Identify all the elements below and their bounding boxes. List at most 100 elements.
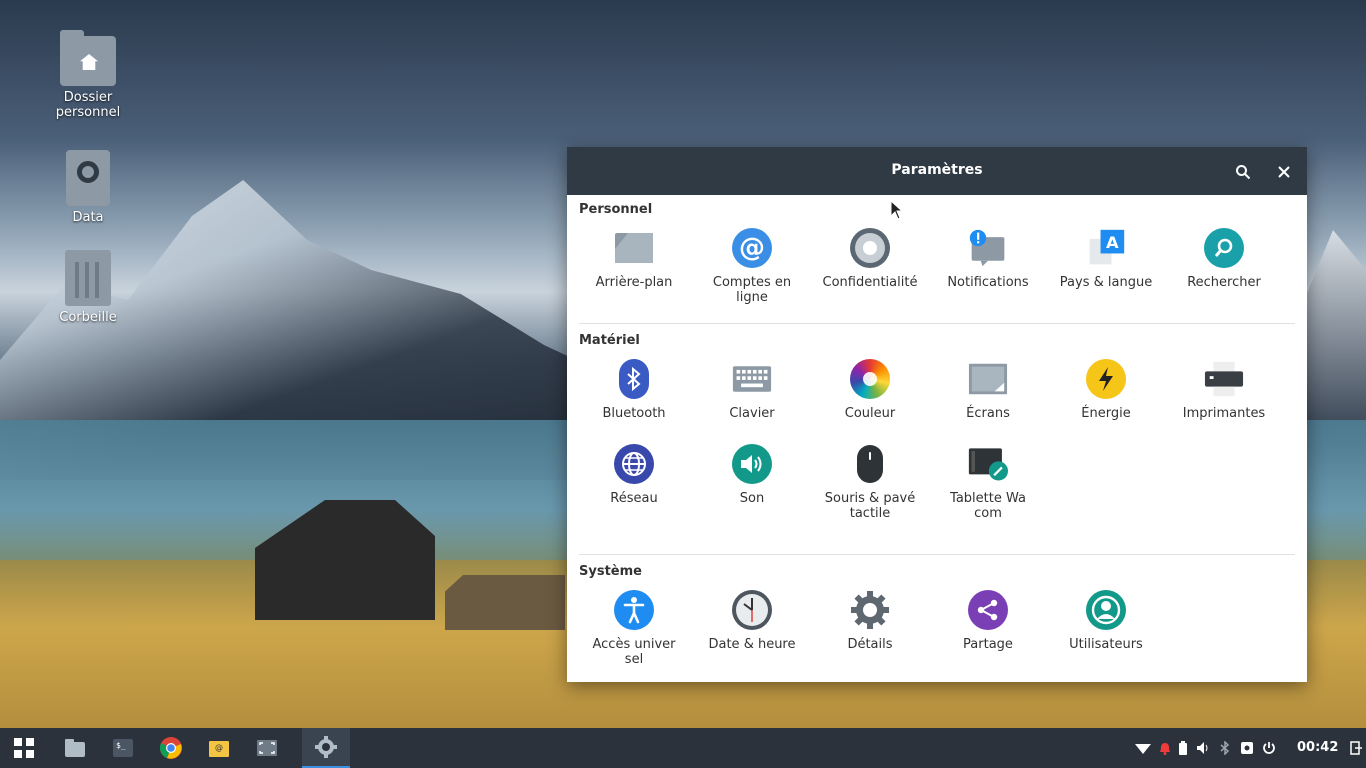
tile-online-accounts[interactable]: @ Comptes en ligne [693,228,811,305]
mail-button[interactable]: @ [195,728,243,768]
tile-displays[interactable]: Écrans [929,359,1047,421]
section-title-systeme: Système [579,564,642,579]
tile-label: Confidentialité [822,275,918,290]
tile-network[interactable]: Réseau [575,444,693,506]
mouse-icon [850,444,890,484]
gear-icon [850,590,890,630]
clock[interactable]: 00:42 [1297,740,1338,755]
tile-label: Son [739,491,765,506]
terminal-button[interactable]: $_ [99,728,147,768]
settings-window: Paramètres Personnel Arrière-plan @ Comp… [567,147,1307,682]
tile-wacom-tablet[interactable]: Tablette Wa com [929,444,1047,521]
tile-label: Date & heure [708,637,796,652]
mouse-cursor-icon [890,200,904,220]
background-icon [614,228,654,268]
keyboard-icon [732,359,772,399]
display-icon [968,359,1008,399]
tile-search[interactable]: Rechercher [1165,228,1283,290]
notifications-tray[interactable] [1155,728,1175,768]
tile-label: Notifications [947,275,1029,290]
tile-sharing[interactable]: Partage [929,590,1047,652]
power-button-icon [1263,742,1275,754]
clock-icon [732,590,772,630]
svg-text:A: A [1106,233,1119,252]
tile-printers[interactable]: Imprimantes [1165,359,1283,421]
show-desktop-tray[interactable] [1346,728,1366,768]
tile-label: Accès univer sel [592,637,676,667]
apps-grid-icon [14,738,34,758]
online-accounts-icon: @ [732,228,772,268]
close-button[interactable] [1271,159,1297,185]
settings-icon [315,736,337,758]
desktop-icon-home-folder[interactable]: Dossier personnel [38,30,138,120]
region-language-icon: A [1086,228,1126,268]
tile-label: Pays & langue [1059,275,1153,290]
tile-mouse-touchpad[interactable]: Souris & pavé tactile [811,444,929,521]
battery-icon [1179,741,1187,755]
tile-label: Rechercher [1187,275,1261,290]
power-icon [1086,359,1126,399]
tile-label: Couleur [844,406,896,421]
taskbar: $_ @ 00:42 [0,728,1366,768]
section-title-personnel: Personnel [579,202,653,217]
screenshot-button[interactable] [243,728,291,768]
desktop-icon-trash[interactable]: Corbeille [38,250,138,325]
wifi-icon [1135,744,1151,754]
section-divider [579,554,1295,555]
tile-keyboard[interactable]: Clavier [693,359,811,421]
power-tray[interactable] [1259,728,1279,768]
tile-label: Arrière-plan [595,275,673,290]
volume-tray[interactable] [1193,728,1213,768]
tile-background[interactable]: Arrière-plan [575,228,693,290]
tile-users[interactable]: Utilisateurs [1047,590,1165,652]
screen-tray[interactable] [1237,728,1257,768]
file-manager-icon [65,739,85,757]
accessibility-icon [614,590,654,630]
tile-privacy[interactable]: Confidentialité [811,228,929,290]
chrome-button[interactable] [147,728,195,768]
close-icon [1278,166,1290,178]
search-button[interactable] [1230,159,1256,185]
terminal-icon: $_ [113,739,133,757]
settings-taskbar-button[interactable] [302,728,350,768]
wifi-tray[interactable] [1133,728,1153,768]
battery-tray[interactable] [1173,728,1193,768]
tile-notifications[interactable]: Notifications [929,228,1047,290]
tile-date-time[interactable]: Date & heure [693,590,811,652]
tile-label: Utilisateurs [1069,637,1143,652]
svg-text:@: @ [215,743,223,752]
window-titlebar[interactable]: Paramètres [567,147,1307,195]
tile-details[interactable]: Détails [811,590,929,652]
bluetooth-tray[interactable] [1215,728,1235,768]
mail-icon: @ [209,741,229,757]
file-manager-button[interactable] [51,728,99,768]
tile-label: Imprimantes [1182,406,1266,421]
wallpaper-mountain-right [1300,230,1366,430]
trash-icon [65,250,111,306]
tile-accessibility[interactable]: Accès univer sel [575,590,693,667]
tile-region-language[interactable]: A Pays & langue [1047,228,1165,290]
tile-label: Comptes en ligne [712,275,792,305]
sound-icon [732,444,772,484]
tile-power[interactable]: Énergie [1047,359,1165,421]
desktop-icon-label: Data [72,210,104,225]
tile-label: Bluetooth [602,406,666,421]
apps-grid-button[interactable] [0,728,48,768]
privacy-icon [850,228,890,268]
search-icon [1204,228,1244,268]
tile-label: Énergie [1081,406,1131,421]
tile-label: Partage [963,637,1013,652]
search-icon [1236,165,1251,180]
tile-bluetooth[interactable]: Bluetooth [575,359,693,421]
tile-sound[interactable]: Son [693,444,811,506]
screenshot-icon [257,740,277,756]
svg-text:$_: $_ [116,741,126,750]
desktop-icon-data[interactable]: Data [38,150,138,225]
tile-label: Détails [847,637,893,652]
logout-icon [1350,741,1362,755]
window-title: Paramètres [891,162,983,178]
share-icon [968,590,1008,630]
tile-label: Écrans [966,406,1010,421]
tile-color[interactable]: Couleur [811,359,929,421]
section-title-materiel: Matériel [579,333,640,348]
